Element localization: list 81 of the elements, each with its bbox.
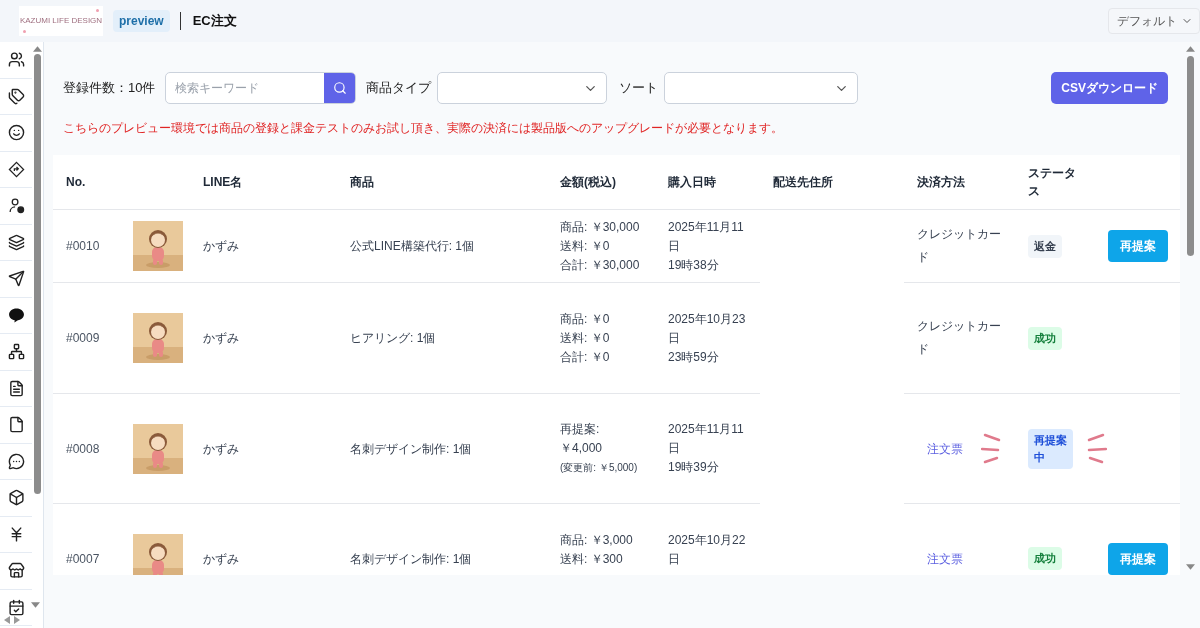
table-cell-text: ヒアリング: 1個 — [350, 330, 436, 348]
payment-method: クレジットカー ド — [917, 318, 1001, 359]
amount-line: 商品: ￥30,000 — [560, 218, 640, 236]
send-icon[interactable] — [7, 270, 25, 288]
amount-line: 合計: ￥0 — [560, 348, 610, 366]
page-title: EC注文 — [192, 12, 237, 31]
order-form-link[interactable]: 注文票 — [927, 549, 963, 568]
table-cell-text: かずみ — [203, 330, 239, 348]
scroll-down-icon[interactable] — [1185, 564, 1195, 570]
repropose-button[interactable]: 再提案 — [1108, 542, 1168, 575]
status-badge: 成功 — [1028, 547, 1062, 571]
column-header: 金額(税込) — [560, 174, 617, 192]
scroll-right-icon[interactable] — [14, 616, 20, 624]
column-header: 商品 — [350, 174, 375, 192]
column-header: ステータス — [1028, 165, 1076, 201]
table-cell-text: かずみ — [203, 550, 239, 568]
table-cell-text: 名刺デザイン制作: 1個 — [350, 550, 472, 568]
status-badge: 再提案 中 — [1028, 428, 1073, 469]
column-header: 購入日時 — [668, 174, 717, 192]
amount-line: 商品: ￥0 — [560, 310, 610, 328]
network-icon[interactable] — [7, 343, 25, 361]
purchase-date: 2025年10月23 日 23時59分 — [668, 310, 746, 366]
csv-download-button[interactable]: CSVダウンロード — [1051, 72, 1168, 104]
payment-method: クレジットカー ド — [917, 226, 1001, 267]
table-cell-text: かずみ — [203, 440, 239, 458]
table-cell-text: #0008 — [66, 440, 100, 458]
logo[interactable]: KAZUMI LIFE DESIGN — [19, 6, 103, 36]
scrollbar-thumb[interactable] — [33, 54, 41, 494]
scroll-down-icon[interactable] — [31, 602, 40, 608]
amount-line: 送料: ￥0 — [560, 329, 610, 347]
scroll-up-icon[interactable] — [32, 46, 42, 52]
store-icon[interactable] — [7, 562, 25, 580]
list-icon[interactable] — [7, 379, 25, 397]
amount-line: 商品: ￥3,000 — [560, 531, 633, 549]
diamond-arrow-icon[interactable] — [7, 160, 25, 178]
chat-icon[interactable] — [7, 452, 25, 470]
layers-icon[interactable] — [7, 233, 25, 251]
document-icon[interactable] — [7, 416, 25, 434]
search-button[interactable] — [324, 73, 356, 103]
chat-bubble-icon[interactable] — [7, 306, 25, 324]
calendar-icon[interactable] — [7, 598, 25, 616]
column-header: 決済方法 — [917, 174, 966, 192]
amount-line: 再提案: — [560, 421, 601, 439]
search-field[interactable]: 検索キーワード — [165, 72, 357, 104]
status-badge: 返金 — [1028, 234, 1062, 258]
product-type-label: 商品タイプ — [366, 79, 432, 98]
column-header: No. — [66, 174, 87, 192]
table-cell-text: #0009 — [66, 330, 100, 348]
scroll-up-icon[interactable] — [1185, 46, 1195, 52]
view-select[interactable]: デフォルト — [1108, 8, 1200, 34]
status-badge: 成功 — [1028, 326, 1062, 350]
amount-line: 送料: ￥300 — [560, 550, 624, 568]
preview-notice: こちらのプレビュー環境では商品の登録と課金テストのみお試し頂き、実際の決済には製品版へのアップグレードが必要となります。 — [63, 121, 784, 137]
table-cell-text: かずみ — [203, 238, 239, 256]
order-form-link[interactable]: 注文票 — [927, 439, 963, 458]
search-icon — [332, 81, 347, 95]
environment-badge: preview — [113, 10, 170, 32]
scroll-left-icon[interactable] — [4, 616, 10, 624]
purchase-date: 2025年10月22 日 — [668, 531, 746, 568]
table-cell-text: 名刺デザイン制作: 1個 — [350, 440, 472, 458]
sort-label: ソート — [619, 79, 659, 98]
purchase-date: 2025年11月11 日 19時39分 — [668, 421, 744, 477]
smile-icon[interactable] — [7, 124, 25, 142]
amount-line: 合計: ￥30,000 — [560, 256, 640, 274]
scrollbar-thumb[interactable] — [1186, 56, 1194, 256]
tags-icon[interactable] — [7, 87, 25, 105]
search-input[interactable]: 検索キーワード — [166, 73, 325, 103]
amount-note: (変更前: ￥5,000) — [560, 461, 638, 476]
repropose-button[interactable]: 再提案 — [1108, 230, 1168, 263]
users-icon[interactable] — [7, 51, 25, 69]
table-cell-text: #0007 — [66, 550, 100, 568]
purchase-date: 2025年11月11 日 19時38分 — [668, 218, 744, 274]
table-cell-text: 公式LINE構築代行: 1個 — [350, 238, 475, 256]
table-cell-text: #0010 — [66, 238, 100, 256]
record-count: 登録件数：10件 — [63, 79, 156, 98]
amount-line: ￥4,000 — [560, 440, 604, 458]
amount-line: 送料: ￥0 — [560, 237, 611, 255]
box-icon[interactable] — [7, 489, 25, 507]
column-header: 配送先住所 — [773, 174, 834, 192]
column-header: LINE名 — [203, 174, 244, 192]
user-badge-icon[interactable] — [7, 197, 25, 215]
